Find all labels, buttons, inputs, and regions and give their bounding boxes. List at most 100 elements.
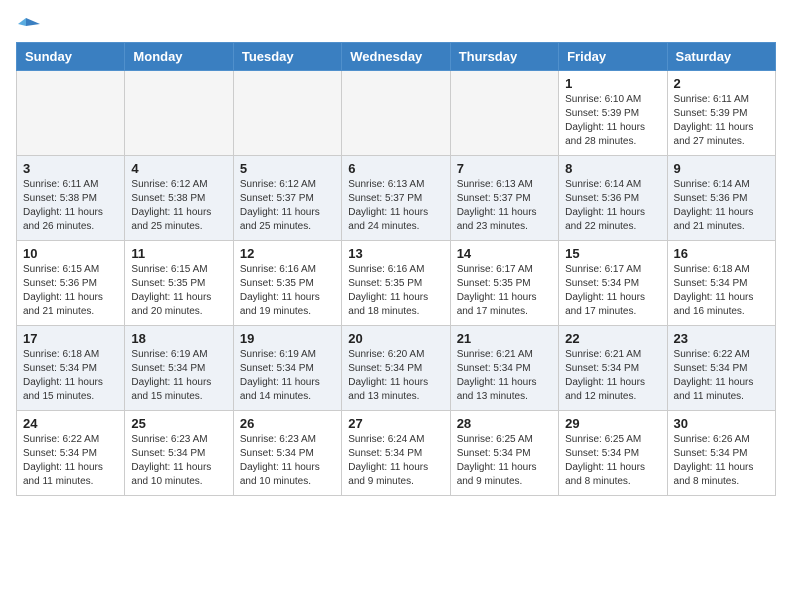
day-info: Sunrise: 6:21 AM Sunset: 5:34 PM Dayligh… xyxy=(565,348,660,404)
calendar-cell xyxy=(125,71,233,156)
calendar-cell: 30 Sunrise: 6:26 AM Sunset: 5:34 PM Dayli… xyxy=(667,411,775,496)
calendar-cell: 3 Sunrise: 6:11 AM Sunset: 5:38 PM Daylig… xyxy=(17,156,125,241)
calendar-cell: 11 Sunrise: 6:15 AM Sunset: 5:35 PM Dayli… xyxy=(125,241,233,326)
calendar-cell: 6 Sunrise: 6:13 AM Sunset: 5:37 PM Daylig… xyxy=(342,156,450,241)
day-number: 19 xyxy=(240,331,335,346)
day-info: Sunrise: 6:18 AM Sunset: 5:34 PM Dayligh… xyxy=(23,348,118,404)
calendar-cell: 9Sunrise: 6:14 AM Sunset: 5:36 PM Daylig… xyxy=(667,156,775,241)
day-info: Sunrise: 6:10 AM Sunset: 5:39 PM Dayligh… xyxy=(565,93,660,149)
day-number: 23 xyxy=(674,331,769,346)
calendar-week-row: 17 Sunrise: 6:18 AM Sunset: 5:34 PM Dayli… xyxy=(17,326,776,411)
day-info: Sunrise: 6:18 AM Sunset: 5:34 PM Dayligh… xyxy=(674,263,769,319)
weekday-header-tuesday: Tuesday xyxy=(233,43,341,71)
calendar-cell xyxy=(450,71,558,156)
calendar-cell: 14Sunrise: 6:17 AM Sunset: 5:35 PM Dayli… xyxy=(450,241,558,326)
calendar-cell: 13 Sunrise: 6:16 AM Sunset: 5:35 PM Dayli… xyxy=(342,241,450,326)
calendar-cell: 2 Sunrise: 6:11 AM Sunset: 5:39 PM Daylig… xyxy=(667,71,775,156)
day-info: Sunrise: 6:23 AM Sunset: 5:34 PM Dayligh… xyxy=(240,433,335,489)
calendar-cell: 12 Sunrise: 6:16 AM Sunset: 5:35 PM Dayli… xyxy=(233,241,341,326)
day-info: Sunrise: 6:16 AM Sunset: 5:35 PM Dayligh… xyxy=(240,263,335,319)
calendar-cell: 17 Sunrise: 6:18 AM Sunset: 5:34 PM Dayli… xyxy=(17,326,125,411)
calendar-cell: 23 Sunrise: 6:22 AM Sunset: 5:34 PM Dayli… xyxy=(667,326,775,411)
day-info: Sunrise: 6:19 AM Sunset: 5:34 PM Dayligh… xyxy=(131,348,226,404)
calendar-cell: 8Sunrise: 6:14 AM Sunset: 5:36 PM Daylig… xyxy=(559,156,667,241)
page-header xyxy=(16,16,776,30)
day-number: 25 xyxy=(131,416,226,431)
day-number: 22 xyxy=(565,331,660,346)
weekday-header-thursday: Thursday xyxy=(450,43,558,71)
logo xyxy=(16,16,40,30)
calendar-week-row: 1Sunrise: 6:10 AM Sunset: 5:39 PM Daylig… xyxy=(17,71,776,156)
day-info: Sunrise: 6:25 AM Sunset: 5:34 PM Dayligh… xyxy=(565,433,660,489)
day-info: Sunrise: 6:13 AM Sunset: 5:37 PM Dayligh… xyxy=(348,178,443,234)
calendar-cell: 7 Sunrise: 6:13 AM Sunset: 5:37 PM Daylig… xyxy=(450,156,558,241)
calendar-cell: 16 Sunrise: 6:18 AM Sunset: 5:34 PM Dayli… xyxy=(667,241,775,326)
calendar-cell: 25 Sunrise: 6:23 AM Sunset: 5:34 PM Dayli… xyxy=(125,411,233,496)
calendar-cell: 22 Sunrise: 6:21 AM Sunset: 5:34 PM Dayli… xyxy=(559,326,667,411)
day-number: 7 xyxy=(457,161,552,176)
calendar-cell xyxy=(233,71,341,156)
day-info: Sunrise: 6:23 AM Sunset: 5:34 PM Dayligh… xyxy=(131,433,226,489)
day-number: 6 xyxy=(348,161,443,176)
day-number: 29 xyxy=(565,416,660,431)
calendar-cell: 10 Sunrise: 6:15 AM Sunset: 5:36 PM Dayli… xyxy=(17,241,125,326)
day-number: 12 xyxy=(240,246,335,261)
calendar-cell: 5 Sunrise: 6:12 AM Sunset: 5:37 PM Daylig… xyxy=(233,156,341,241)
day-info: Sunrise: 6:11 AM Sunset: 5:38 PM Dayligh… xyxy=(23,178,118,234)
day-number: 2 xyxy=(674,76,769,91)
calendar-table: SundayMondayTuesdayWednesdayThursdayFrid… xyxy=(16,42,776,496)
day-info: Sunrise: 6:25 AM Sunset: 5:34 PM Dayligh… xyxy=(457,433,552,489)
weekday-header-saturday: Saturday xyxy=(667,43,775,71)
calendar-cell xyxy=(342,71,450,156)
day-number: 10 xyxy=(23,246,118,261)
day-number: 4 xyxy=(131,161,226,176)
day-info: Sunrise: 6:26 AM Sunset: 5:34 PM Dayligh… xyxy=(674,433,769,489)
day-number: 18 xyxy=(131,331,226,346)
day-info: Sunrise: 6:12 AM Sunset: 5:37 PM Dayligh… xyxy=(240,178,335,234)
calendar-cell: 24 Sunrise: 6:22 AM Sunset: 5:34 PM Dayli… xyxy=(17,411,125,496)
calendar-week-row: 3 Sunrise: 6:11 AM Sunset: 5:38 PM Daylig… xyxy=(17,156,776,241)
day-number: 30 xyxy=(674,416,769,431)
day-info: Sunrise: 6:15 AM Sunset: 5:36 PM Dayligh… xyxy=(23,263,118,319)
calendar-cell: 18 Sunrise: 6:19 AM Sunset: 5:34 PM Dayli… xyxy=(125,326,233,411)
day-info: Sunrise: 6:17 AM Sunset: 5:35 PM Dayligh… xyxy=(457,263,552,319)
logo-bird-icon xyxy=(18,16,40,34)
day-number: 21 xyxy=(457,331,552,346)
day-info: Sunrise: 6:15 AM Sunset: 5:35 PM Dayligh… xyxy=(131,263,226,319)
calendar-cell: 1Sunrise: 6:10 AM Sunset: 5:39 PM Daylig… xyxy=(559,71,667,156)
calendar-cell: 27 Sunrise: 6:24 AM Sunset: 5:34 PM Dayli… xyxy=(342,411,450,496)
day-info: Sunrise: 6:16 AM Sunset: 5:35 PM Dayligh… xyxy=(348,263,443,319)
day-number: 8 xyxy=(565,161,660,176)
calendar-cell: 26 Sunrise: 6:23 AM Sunset: 5:34 PM Dayli… xyxy=(233,411,341,496)
day-info: Sunrise: 6:14 AM Sunset: 5:36 PM Dayligh… xyxy=(674,178,769,234)
day-info: Sunrise: 6:22 AM Sunset: 5:34 PM Dayligh… xyxy=(674,348,769,404)
day-number: 3 xyxy=(23,161,118,176)
day-info: Sunrise: 6:12 AM Sunset: 5:38 PM Dayligh… xyxy=(131,178,226,234)
weekday-header-sunday: Sunday xyxy=(17,43,125,71)
weekday-header-friday: Friday xyxy=(559,43,667,71)
calendar-cell xyxy=(17,71,125,156)
day-number: 17 xyxy=(23,331,118,346)
weekday-header-monday: Monday xyxy=(125,43,233,71)
calendar-cell: 28Sunrise: 6:25 AM Sunset: 5:34 PM Dayli… xyxy=(450,411,558,496)
day-number: 20 xyxy=(348,331,443,346)
day-info: Sunrise: 6:13 AM Sunset: 5:37 PM Dayligh… xyxy=(457,178,552,234)
calendar-week-row: 24 Sunrise: 6:22 AM Sunset: 5:34 PM Dayli… xyxy=(17,411,776,496)
day-number: 15 xyxy=(565,246,660,261)
day-info: Sunrise: 6:20 AM Sunset: 5:34 PM Dayligh… xyxy=(348,348,443,404)
day-number: 16 xyxy=(674,246,769,261)
day-number: 13 xyxy=(348,246,443,261)
calendar-cell: 20 Sunrise: 6:20 AM Sunset: 5:34 PM Dayli… xyxy=(342,326,450,411)
day-number: 24 xyxy=(23,416,118,431)
day-info: Sunrise: 6:19 AM Sunset: 5:34 PM Dayligh… xyxy=(240,348,335,404)
day-number: 5 xyxy=(240,161,335,176)
calendar-cell: 21Sunrise: 6:21 AM Sunset: 5:34 PM Dayli… xyxy=(450,326,558,411)
calendar-cell: 29 Sunrise: 6:25 AM Sunset: 5:34 PM Dayli… xyxy=(559,411,667,496)
day-info: Sunrise: 6:24 AM Sunset: 5:34 PM Dayligh… xyxy=(348,433,443,489)
day-info: Sunrise: 6:11 AM Sunset: 5:39 PM Dayligh… xyxy=(674,93,769,149)
day-info: Sunrise: 6:22 AM Sunset: 5:34 PM Dayligh… xyxy=(23,433,118,489)
calendar-cell: 15Sunrise: 6:17 AM Sunset: 5:34 PM Dayli… xyxy=(559,241,667,326)
day-number: 11 xyxy=(131,246,226,261)
day-number: 26 xyxy=(240,416,335,431)
day-number: 27 xyxy=(348,416,443,431)
